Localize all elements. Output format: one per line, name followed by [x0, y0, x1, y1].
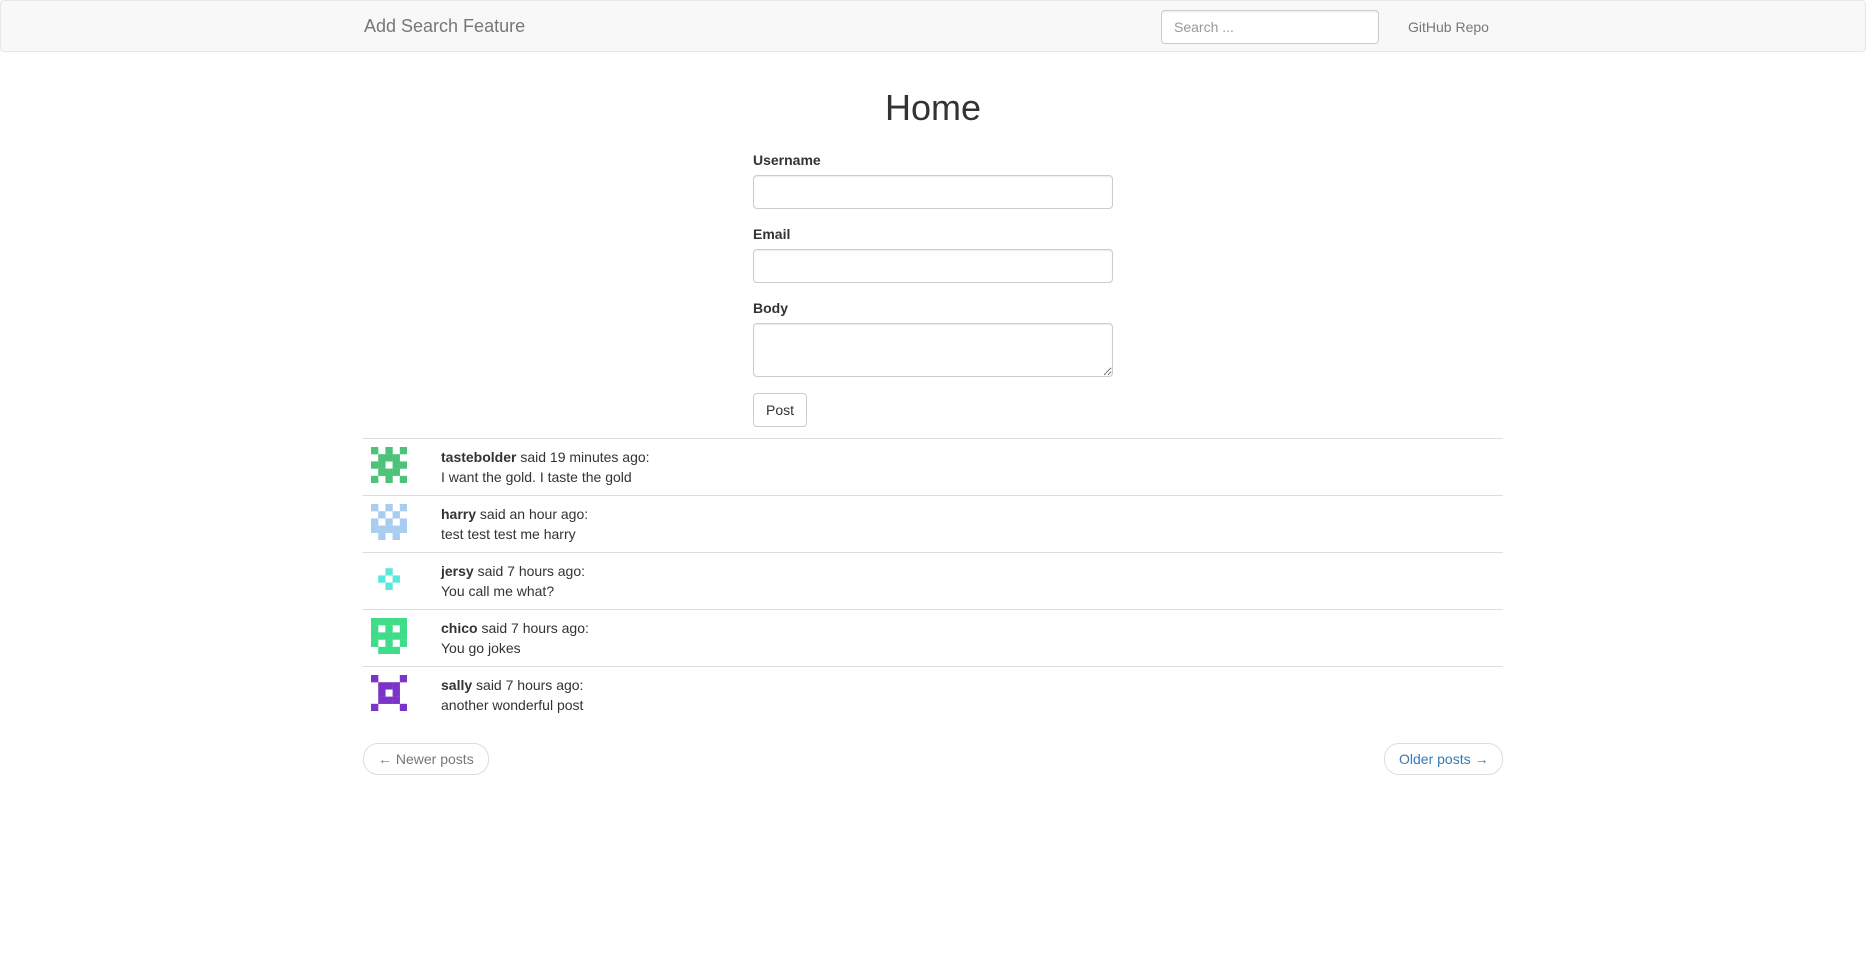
post-body: You go jokes [441, 640, 521, 656]
post-header: jersy said 7 hours ago: [441, 561, 585, 581]
post-text: jersy said 7 hours ago: You call me what? [441, 561, 585, 601]
post-form: Username Email Body Post [753, 150, 1113, 427]
post-item: sally said 7 hours ago: another wonderful… [363, 666, 1503, 723]
post-timestamp: said an hour ago: [476, 506, 589, 522]
github-repo-link[interactable]: GitHub Repo [1408, 17, 1489, 37]
newer-posts-button[interactable]: ← Newer posts [363, 743, 489, 775]
older-posts-button[interactable]: Older posts → [1384, 743, 1504, 775]
post-author-link[interactable]: chico [441, 620, 478, 636]
post-body: test test test me harry [441, 526, 576, 542]
body-field[interactable] [753, 323, 1113, 377]
post-body: You call me what? [441, 583, 555, 599]
email-label: Email [753, 226, 791, 242]
post-text: tastebolder said 19 minutes ago: I want t… [441, 447, 650, 487]
post-item: tastebolder said 19 minutes ago: I want t… [363, 438, 1503, 495]
post-header: sally said 7 hours ago: [441, 675, 583, 695]
post-header: tastebolder said 19 minutes ago: [441, 447, 650, 467]
post-item: harry said an hour ago: test test test me… [363, 495, 1503, 552]
post-author-link[interactable]: tastebolder [441, 449, 516, 465]
body-label: Body [753, 300, 788, 316]
page-title: Home [884, 87, 982, 128]
username-group: Username [753, 150, 1113, 209]
navbar: Add Search Feature GitHub Repo [0, 0, 1866, 52]
post-text: chico said 7 hours ago: You go jokes [441, 618, 589, 658]
post-author-link[interactable]: sally [441, 677, 472, 693]
avatar-icon[interactable] [371, 447, 407, 483]
post-author-link[interactable]: harry [441, 506, 476, 522]
post-timestamp: said 7 hours ago: [473, 563, 585, 579]
username-label: Username [753, 152, 821, 168]
post-text: harry said an hour ago: test test test me… [441, 504, 588, 544]
avatar-icon[interactable] [371, 561, 407, 597]
brand-link[interactable]: Add Search Feature [364, 15, 525, 37]
body-group: Body [753, 298, 1113, 377]
avatar-icon[interactable] [371, 618, 407, 654]
post-timestamp: said 7 hours ago: [477, 620, 589, 636]
post-item: jersy said 7 hours ago: You call me what? [363, 552, 1503, 609]
avatar-icon[interactable] [371, 504, 407, 540]
post-timestamp: said 7 hours ago: [472, 677, 584, 693]
post-header: harry said an hour ago: [441, 504, 588, 524]
search-input[interactable] [1161, 10, 1379, 44]
email-field[interactable] [753, 249, 1113, 283]
post-header: chico said 7 hours ago: [441, 618, 589, 638]
post-timestamp: said 19 minutes ago: [516, 449, 650, 465]
email-group: Email [753, 224, 1113, 283]
username-field[interactable] [753, 175, 1113, 209]
post-body: I want the gold. I taste the gold [441, 469, 632, 485]
post-button[interactable]: Post [753, 393, 808, 427]
post-list: tastebolder said 19 minutes ago: I want t… [363, 438, 1503, 723]
post-body: another wonderful post [441, 697, 584, 713]
avatar-icon[interactable] [371, 675, 407, 711]
post-text: sally said 7 hours ago: another wonderful… [441, 675, 583, 715]
post-author-link[interactable]: jersy [441, 563, 474, 579]
post-item: chico said 7 hours ago: You go jokes [363, 609, 1503, 666]
